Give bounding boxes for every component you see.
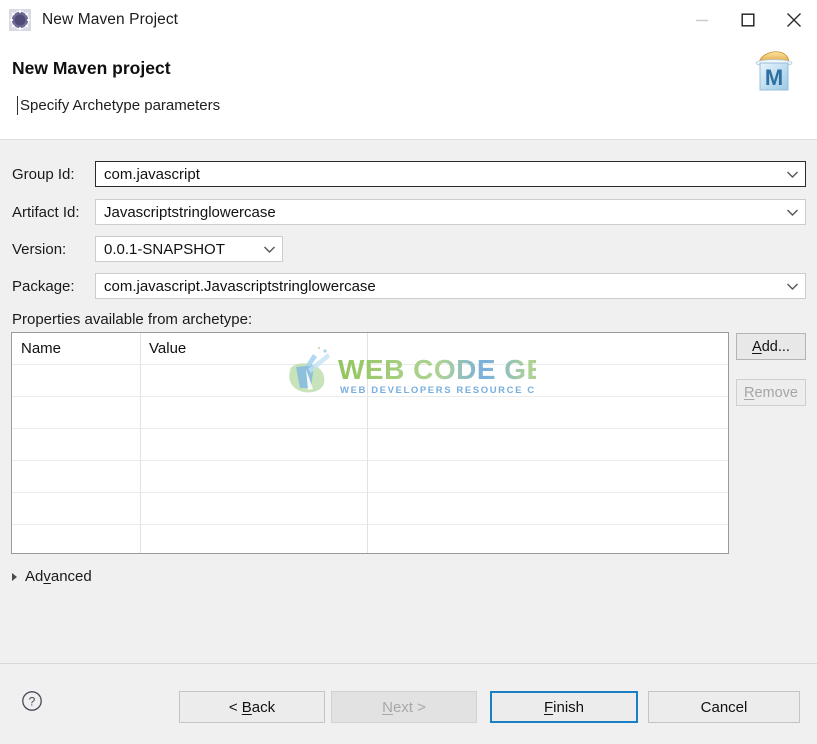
version-label: Version: xyxy=(12,240,67,258)
cancel-button-label: Cancel xyxy=(700,698,748,716)
add-button-label: Add... xyxy=(752,338,790,355)
next-button-label: Next > xyxy=(382,698,426,716)
chevron-down-icon[interactable] xyxy=(779,200,805,224)
column-divider xyxy=(367,333,368,553)
dialog-footer: ? < Back Next > Finish Cancel xyxy=(0,663,817,744)
advanced-label: Advanced xyxy=(25,568,92,585)
remove-property-button[interactable]: Remove xyxy=(736,379,806,406)
artifact-id-value: Javascriptstringlowercase xyxy=(104,203,276,221)
maven-wizard-icon xyxy=(9,9,31,31)
wizard-body: Group Id: com.javascript Artifact Id: Ja… xyxy=(0,140,817,663)
version-value: 0.0.1-SNAPSHOT xyxy=(104,240,225,258)
group-id-combo[interactable]: com.javascript xyxy=(95,161,806,187)
artifact-id-combo[interactable]: Javascriptstringlowercase xyxy=(95,199,806,225)
window-title: New Maven Project xyxy=(42,11,179,28)
field-row-group-id: Group Id: com.javascript xyxy=(0,161,817,187)
triangle-right-icon xyxy=(12,572,17,581)
advanced-toggle[interactable]: Advanced xyxy=(12,568,92,585)
title-bar: New Maven Project xyxy=(0,0,817,40)
row-divider xyxy=(12,364,728,365)
page-title: New Maven project xyxy=(12,58,171,78)
row-divider xyxy=(12,428,728,429)
column-header-name[interactable]: Name xyxy=(21,340,61,357)
cancel-button[interactable]: Cancel xyxy=(648,691,800,723)
close-icon[interactable] xyxy=(771,0,817,40)
help-icon[interactable]: ? xyxy=(21,690,43,712)
version-combo[interactable]: 0.0.1-SNAPSHOT xyxy=(95,236,283,262)
artifact-id-label: Artifact Id: xyxy=(12,203,80,221)
field-row-artifact-id: Artifact Id: Javascriptstringlowercase xyxy=(0,199,817,225)
row-divider xyxy=(12,492,728,493)
column-header-value[interactable]: Value xyxy=(149,340,186,357)
group-id-value: com.javascript xyxy=(104,165,200,183)
minimize-icon[interactable] xyxy=(679,0,725,40)
package-label: Package: xyxy=(12,277,75,295)
window-controls xyxy=(679,0,817,40)
text-caret xyxy=(17,96,18,115)
back-button-label: < Back xyxy=(228,698,276,716)
remove-button-label: Remove xyxy=(743,384,798,401)
field-row-version: Version: 0.0.1-SNAPSHOT xyxy=(0,236,817,262)
chevron-down-icon[interactable] xyxy=(779,274,805,298)
svg-text:M: M xyxy=(765,65,783,90)
next-button[interactable]: Next > xyxy=(331,691,477,723)
row-divider xyxy=(12,460,728,461)
row-divider xyxy=(12,396,728,397)
package-combo[interactable]: com.javascript.Javascriptstringlowercase xyxy=(95,273,806,299)
field-row-package: Package: com.javascript.Javascriptstring… xyxy=(0,273,817,299)
package-value: com.javascript.Javascriptstringlowercase xyxy=(104,277,376,295)
finish-button-label: Finish xyxy=(543,698,585,716)
group-id-label: Group Id: xyxy=(12,165,75,183)
back-button[interactable]: < Back xyxy=(179,691,325,723)
chevron-down-icon[interactable] xyxy=(256,237,282,261)
chevron-down-icon[interactable] xyxy=(779,162,805,186)
row-divider xyxy=(12,524,728,525)
add-property-button[interactable]: Add... xyxy=(736,333,806,360)
finish-button[interactable]: Finish xyxy=(490,691,638,723)
svg-text:WEB DEVELOPERS RESOURCE CENTER: WEB DEVELOPERS RESOURCE CENTER xyxy=(340,385,536,396)
column-divider xyxy=(140,333,141,553)
wizard-header: New Maven project Specify Archetype para… xyxy=(0,40,817,140)
svg-text:?: ? xyxy=(29,695,36,709)
properties-table[interactable]: Name Value WEB CODE G WEB DEVELOPERS RES… xyxy=(11,332,729,554)
maximize-icon[interactable] xyxy=(725,0,771,40)
maven-logo-icon: M xyxy=(748,46,800,98)
page-subtitle: Specify Archetype parameters xyxy=(20,97,221,114)
properties-label: Properties available from archetype: xyxy=(12,311,253,328)
